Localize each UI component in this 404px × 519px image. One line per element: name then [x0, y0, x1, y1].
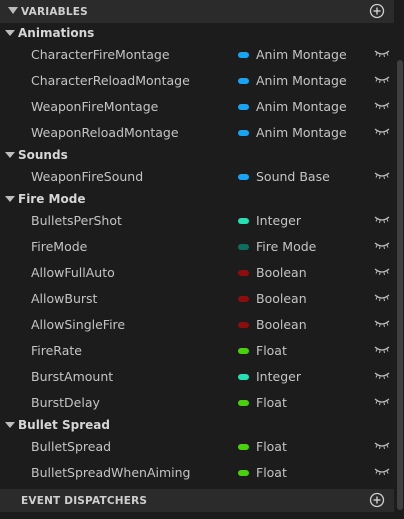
eye-closed-icon[interactable]: [374, 293, 390, 303]
type-pill-icon: [238, 322, 249, 328]
type-pill-icon: [238, 78, 249, 84]
category-sounds[interactable]: Sounds: [0, 144, 394, 166]
scrollbar-thumb[interactable]: [397, 60, 403, 510]
category-collapse-arrow-icon[interactable]: [5, 30, 15, 36]
category-animations[interactable]: Animations: [0, 22, 394, 44]
category-collapse-arrow-icon[interactable]: [5, 152, 15, 158]
panel-bottom-edge: [0, 513, 394, 519]
variable-row[interactable]: BulletSpread Float: [0, 434, 394, 460]
eye-closed-icon[interactable]: [374, 371, 390, 381]
variable-name: WeaponFireSound: [31, 169, 144, 184]
variable-type: Fire Mode: [256, 239, 317, 254]
variable-type: Boolean: [256, 317, 307, 332]
variable-type: Sound Base: [256, 169, 330, 184]
variable-type: Integer: [256, 213, 301, 228]
variable-name: BulletSpreadWhenAiming: [31, 465, 191, 480]
type-pill-icon: [238, 104, 249, 110]
type-pill-icon: [238, 52, 249, 58]
eye-closed-icon[interactable]: [374, 467, 390, 477]
eye-closed-icon[interactable]: [374, 127, 390, 137]
add-dispatcher-plus-icon[interactable]: [369, 492, 385, 508]
eye-closed-icon[interactable]: [374, 397, 390, 407]
eye-closed-icon[interactable]: [374, 215, 390, 225]
variable-type: Float: [256, 395, 287, 410]
type-pill-icon: [238, 244, 249, 250]
variable-name: BulletsPerShot: [31, 213, 122, 228]
variable-type: Anim Montage: [256, 47, 347, 62]
variable-row[interactable]: AllowSingleFire Boolean: [0, 312, 394, 338]
category-label: Bullet Spread: [18, 418, 110, 432]
category-fire-mode[interactable]: Fire Mode: [0, 188, 394, 210]
variable-name: CharacterFireMontage: [31, 47, 170, 62]
variable-name: AllowBurst: [31, 291, 98, 306]
variable-name: BulletSpread: [31, 439, 112, 454]
eye-closed-icon[interactable]: [374, 49, 390, 59]
variable-type: Float: [256, 465, 287, 480]
type-pill-icon: [238, 374, 249, 380]
type-pill-icon: [238, 270, 249, 276]
type-pill-icon: [238, 130, 249, 136]
variables-section-header[interactable]: VARIABLES: [0, 0, 394, 23]
my-blueprint-panel: VARIABLES Animations CharacterFireMontag…: [0, 0, 404, 519]
category-collapse-arrow-icon[interactable]: [5, 196, 15, 202]
variable-type: Integer: [256, 369, 301, 384]
type-pill-icon: [238, 218, 249, 224]
category-collapse-arrow-icon[interactable]: [5, 422, 15, 428]
variable-row[interactable]: FireMode Fire Mode: [0, 234, 394, 260]
variable-row[interactable]: BurstDelay Float: [0, 390, 394, 416]
event-dispatchers-section-title: EVENT DISPATCHERS: [21, 494, 148, 507]
eye-closed-icon[interactable]: [374, 267, 390, 277]
variable-type: Float: [256, 343, 287, 358]
variable-row[interactable]: BulletsPerShot Integer: [0, 208, 394, 234]
variable-row[interactable]: BulletSpreadWhenAiming Float: [0, 460, 394, 486]
category-label: Sounds: [18, 148, 68, 162]
variable-type: Anim Montage: [256, 73, 347, 88]
category-bullet-spread[interactable]: Bullet Spread: [0, 414, 394, 436]
variables-section-title: VARIABLES: [21, 5, 88, 18]
type-pill-icon: [238, 174, 249, 180]
variable-name: BurstDelay: [31, 395, 100, 410]
category-label: Animations: [18, 26, 95, 40]
type-pill-icon: [238, 296, 249, 302]
eye-closed-icon[interactable]: [374, 101, 390, 111]
variable-type: Anim Montage: [256, 99, 347, 114]
add-variable-plus-icon[interactable]: [369, 3, 385, 19]
variable-name: AllowFullAuto: [31, 265, 115, 280]
type-pill-icon: [238, 470, 249, 476]
eye-closed-icon[interactable]: [374, 319, 390, 329]
variable-name: AllowSingleFire: [31, 317, 126, 332]
variable-name: WeaponReloadMontage: [31, 125, 179, 140]
variable-row[interactable]: BurstAmount Integer: [0, 364, 394, 390]
variable-type: Anim Montage: [256, 125, 347, 140]
type-pill-icon: [238, 348, 249, 354]
variable-row[interactable]: WeaponFireMontage Anim Montage: [0, 94, 394, 120]
eye-closed-icon[interactable]: [374, 345, 390, 355]
event-dispatchers-section-header[interactable]: EVENT DISPATCHERS: [0, 489, 394, 512]
type-pill-icon: [238, 444, 249, 450]
variable-name: CharacterReloadMontage: [31, 73, 190, 88]
type-pill-icon: [238, 400, 249, 406]
variable-row[interactable]: AllowFullAuto Boolean: [0, 260, 394, 286]
category-label: Fire Mode: [18, 192, 86, 206]
variable-row[interactable]: WeaponFireSound Sound Base: [0, 164, 394, 190]
variable-row[interactable]: WeaponReloadMontage Anim Montage: [0, 120, 394, 146]
variable-type: Boolean: [256, 291, 307, 306]
variable-row[interactable]: FireRate Float: [0, 338, 394, 364]
variable-type: Boolean: [256, 265, 307, 280]
variable-name: WeaponFireMontage: [31, 99, 159, 114]
eye-closed-icon[interactable]: [374, 171, 390, 181]
collapse-arrow-icon[interactable]: [8, 7, 18, 14]
variable-name: FireRate: [31, 343, 82, 358]
eye-closed-icon[interactable]: [374, 441, 390, 451]
eye-closed-icon[interactable]: [374, 241, 390, 251]
variable-row[interactable]: AllowBurst Boolean: [0, 286, 394, 312]
variable-name: FireMode: [31, 239, 88, 254]
variable-name: BurstAmount: [31, 369, 114, 384]
variable-row[interactable]: CharacterReloadMontage Anim Montage: [0, 68, 394, 94]
eye-closed-icon[interactable]: [374, 75, 390, 85]
variable-row[interactable]: CharacterFireMontage Anim Montage: [0, 42, 394, 68]
variable-type: Float: [256, 439, 287, 454]
